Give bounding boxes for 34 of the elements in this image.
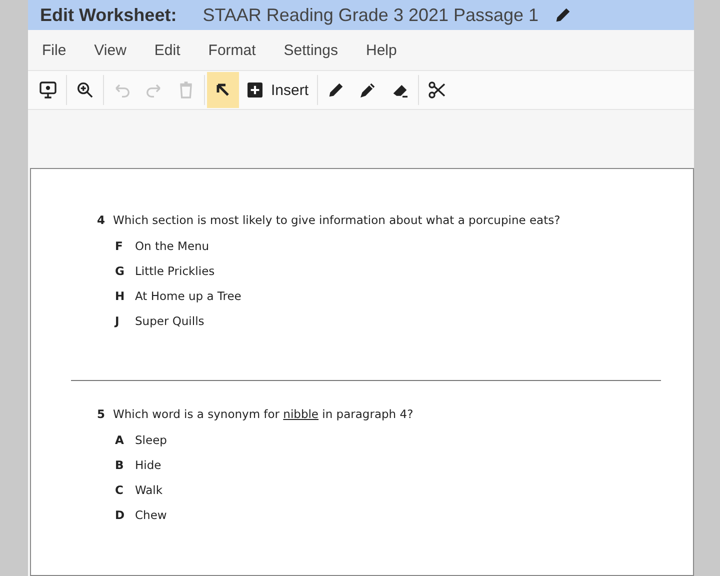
- choice-letter: C: [115, 483, 124, 497]
- choice-letter: G: [115, 264, 125, 278]
- menu-item[interactable]: Help: [366, 42, 397, 58]
- choice-text: Walk: [135, 483, 163, 497]
- plus-icon: [245, 80, 265, 100]
- menu-item[interactable]: Edit: [154, 42, 180, 58]
- choice-text: Super Quills: [135, 314, 204, 328]
- choice-letter: D: [115, 508, 125, 522]
- question-text: Which section is most likely to give information about what a porcupine eats?: [113, 213, 560, 227]
- insert-button[interactable]: Insert: [239, 72, 315, 108]
- menu-item[interactable]: Format: [208, 42, 256, 58]
- worksheet-title: STAAR Reading Grade 3 2021 Passage 1: [202, 4, 539, 26]
- choice-text: Hide: [135, 458, 162, 472]
- choice-letter: B: [115, 458, 125, 472]
- question-text: Which word is a synonym for nibble in paragraph 4?: [113, 407, 414, 421]
- menu-item[interactable]: View: [94, 42, 126, 58]
- choice-letter: A: [115, 433, 125, 447]
- question-number: 4: [97, 213, 106, 227]
- monitor-icon: [38, 80, 58, 100]
- choice-text: On the Menu: [135, 239, 210, 253]
- choice-letter: J: [115, 314, 120, 328]
- choice-text: Sleep: [135, 433, 167, 447]
- question-number: 5: [97, 407, 106, 421]
- menu-item[interactable]: File: [42, 42, 66, 58]
- scissors-icon: [426, 80, 447, 100]
- choice-letter: F: [115, 239, 124, 253]
- tool-button[interactable]: [207, 72, 239, 108]
- choice-text: At Home up a Tree: [135, 289, 242, 303]
- choice-text: Little Pricklies: [135, 264, 215, 278]
- choice-letter: H: [115, 289, 125, 303]
- zoom-icon: [75, 80, 95, 100]
- choice-text: Chew: [135, 508, 167, 522]
- menu-item[interactable]: Settings: [284, 42, 338, 58]
- title-label: Edit Worksheet:: [40, 4, 177, 26]
